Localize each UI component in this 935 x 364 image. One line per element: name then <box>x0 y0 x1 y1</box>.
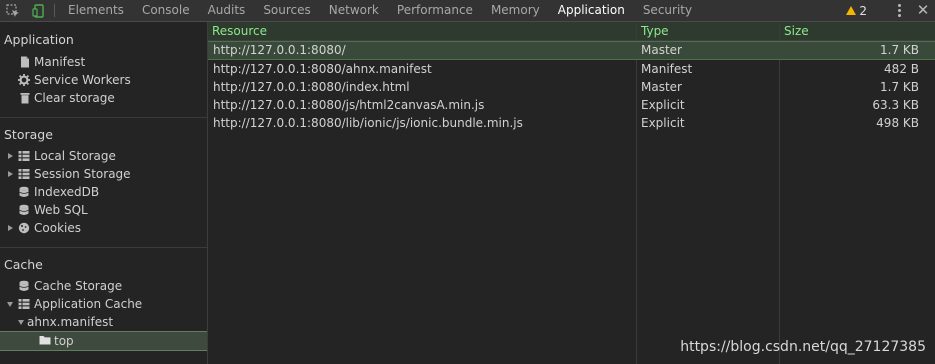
cell-resource: http://127.0.0.1:8080/js/html2canvasA.mi… <box>213 98 485 112</box>
cell-resource: http://127.0.0.1:8080/lib/ionic/js/ionic… <box>213 116 523 130</box>
sidebar-item-top[interactable]: top <box>0 331 207 351</box>
sidebar-item-session-storage[interactable]: Session Storage <box>0 165 207 183</box>
cell-resource: http://127.0.0.1:8080/index.html <box>213 80 410 94</box>
trash-icon <box>20 93 30 104</box>
table-row[interactable]: http://127.0.0.1:8080/ahnx.manifest Mani… <box>208 60 935 78</box>
collapse-arrow-icon[interactable] <box>17 313 25 331</box>
grid-icon <box>18 169 30 179</box>
warning-count: 2 <box>859 3 867 18</box>
sidebar-item-manifest[interactable]: Manifest <box>0 53 207 71</box>
sidebar-item-label: Cache Storage <box>34 279 123 293</box>
sidebar-item-label: Local Storage <box>34 149 116 163</box>
sidebar-item-label: Manifest <box>34 55 86 69</box>
cell-size: 1.7 KB <box>880 80 919 94</box>
sidebar-item-web-sql[interactable]: Web SQL <box>0 201 207 219</box>
close-icon[interactable]: ✕ <box>911 0 935 21</box>
table-row[interactable]: http://127.0.0.1:8080/js/html2canvasA.mi… <box>208 96 935 114</box>
sidebar-item-label: Session Storage <box>34 167 131 181</box>
sidebar-item-label: Service Workers <box>34 73 131 87</box>
sidebar-item-application-cache[interactable]: Application Cache <box>0 295 207 313</box>
tab-sources[interactable]: Sources <box>254 0 319 21</box>
cell-type: Manifest <box>641 62 693 76</box>
sidebar-item-label: Clear storage <box>34 91 115 105</box>
more-options-icon[interactable] <box>887 0 911 21</box>
section-divider <box>0 117 207 118</box>
cell-resource: http://127.0.0.1:8080/ <box>213 43 346 57</box>
tab-console[interactable]: Console <box>133 0 199 21</box>
cell-size: 482 B <box>884 62 919 76</box>
warning-icon <box>846 6 857 15</box>
gear-icon <box>18 74 30 86</box>
sidebar-item-label: Web SQL <box>34 203 88 217</box>
toolbar-right: 2 ✕ <box>846 0 935 21</box>
sidebar-item-label: Cookies <box>34 221 81 235</box>
section-title-storage: Storage <box>4 127 53 142</box>
tab-application[interactable]: Application <box>549 0 634 21</box>
section-title-cache: Cache <box>4 257 43 272</box>
table-row[interactable]: http://127.0.0.1:8080/ Master 1.7 KB <box>208 41 935 60</box>
sidebar-item-local-storage[interactable]: Local Storage <box>0 147 207 165</box>
expand-arrow-icon[interactable] <box>6 165 14 183</box>
cell-size: 498 KB <box>876 116 919 130</box>
sidebar-item-label: Application Cache <box>34 297 143 311</box>
document-icon <box>21 56 29 68</box>
sidebar-item-indexeddb[interactable]: IndexedDB <box>0 183 207 201</box>
tab-memory[interactable]: Memory <box>482 0 549 21</box>
table-header: Resource Type Size <box>208 22 935 41</box>
cell-size: 63.3 KB <box>872 98 919 112</box>
column-header-resource[interactable]: Resource <box>208 22 267 40</box>
cell-type: Explicit <box>641 116 685 130</box>
tab-elements[interactable]: Elements <box>59 0 133 21</box>
sidebar-item-label: top <box>54 334 74 348</box>
sidebar-item-cookies[interactable]: Cookies <box>0 219 207 237</box>
sidebar-item-service-workers[interactable]: Service Workers <box>0 71 207 89</box>
sidebar-item-ahnx-manifest[interactable]: ahnx.manifest <box>0 313 207 331</box>
warnings-counter[interactable]: 2 <box>846 4 867 18</box>
tab-performance[interactable]: Performance <box>388 0 482 21</box>
database-icon <box>19 186 29 197</box>
tab-network[interactable]: Network <box>320 0 388 21</box>
column-header-type[interactable]: Type <box>637 22 669 40</box>
watermark-text: https://blog.csdn.net/qq_27127385 <box>680 339 926 355</box>
tab-security[interactable]: Security <box>634 0 701 21</box>
application-sidebar: Application Manifest Service Workers Cle… <box>0 22 208 364</box>
cell-type: Explicit <box>641 98 685 112</box>
cell-type: Master <box>641 43 682 57</box>
sidebar-item-label: ahnx.manifest <box>27 315 114 329</box>
column-header-size[interactable]: Size <box>780 22 809 40</box>
expand-arrow-icon[interactable] <box>6 147 14 165</box>
section-divider <box>0 247 207 248</box>
inspect-element-icon[interactable] <box>0 0 26 21</box>
cookie-icon <box>18 222 30 234</box>
section-title-application: Application <box>4 32 74 47</box>
grid-icon <box>18 299 30 309</box>
folder-icon <box>39 336 51 345</box>
device-toolbar-icon[interactable] <box>26 0 52 21</box>
table-row[interactable]: http://127.0.0.1:8080/index.html Master … <box>208 78 935 96</box>
cell-resource: http://127.0.0.1:8080/ahnx.manifest <box>213 62 432 76</box>
devtools-toolbar: Elements Console Audits Sources Network … <box>0 0 935 22</box>
database-icon <box>19 204 29 215</box>
tab-audits[interactable]: Audits <box>199 0 255 21</box>
expand-arrow-icon[interactable] <box>6 219 14 237</box>
toolbar-separator <box>54 4 55 17</box>
sidebar-item-label: IndexedDB <box>34 185 100 199</box>
table-row[interactable]: http://127.0.0.1:8080/lib/ionic/js/ionic… <box>208 114 935 132</box>
collapse-arrow-icon[interactable] <box>6 295 14 313</box>
sidebar-item-clear-storage[interactable]: Clear storage <box>0 89 207 107</box>
sidebar-item-cache-storage[interactable]: Cache Storage <box>0 277 207 295</box>
cell-type: Master <box>641 80 682 94</box>
cell-size: 1.7 KB <box>880 43 919 57</box>
database-icon <box>19 280 29 291</box>
application-cache-table: Resource Type Size http://127.0.0.1:8080… <box>208 22 935 364</box>
grid-icon <box>18 151 30 161</box>
